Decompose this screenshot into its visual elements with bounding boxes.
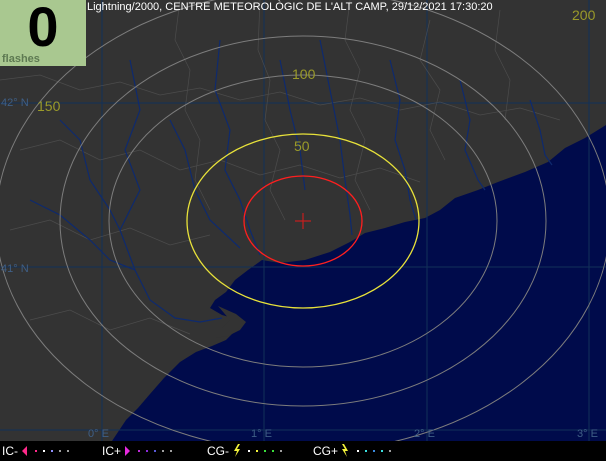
lightning-map-view: 0 flashes Lightning/2000, CENTRE METEORO… [0, 0, 606, 461]
range-label-100: 100 [292, 66, 316, 82]
legend-item-cg-minus: CG- [207, 441, 294, 461]
ic-minus-triangle-icon [22, 446, 69, 456]
flash-type-legend: IC- IC+ CG- CG+ [0, 441, 606, 461]
range-label-50: 50 [294, 138, 310, 154]
cg-plus-bolt-icon [342, 444, 392, 457]
legend-label-cg-plus: CG+ [313, 444, 339, 458]
flash-count-unit: flashes [2, 53, 40, 65]
legend-label-ic-minus: IC- [2, 444, 18, 458]
legend-item-cg-plus: CG+ [313, 441, 403, 461]
cg-minus-bolt-icon [234, 444, 282, 457]
lon-label-3: 3° E [577, 428, 598, 440]
legend-label-ic-plus: IC+ [102, 444, 122, 458]
legend-item-ic-minus: IC- [2, 441, 81, 461]
flash-count: 0 [27, 0, 59, 58]
range-label-150: 150 [37, 98, 61, 114]
lat-label-41: 41° N [1, 263, 29, 275]
lon-label-1: 1° E [251, 428, 272, 440]
lon-label-0: 0° E [88, 428, 109, 440]
legend-item-ic-plus: IC+ [102, 441, 184, 461]
range-label-200: 200 [572, 7, 596, 23]
lat-label-42: 42° N [1, 97, 29, 109]
flash-counter: 0 flashes [0, 0, 86, 66]
map-title: Lightning/2000, CENTRE METEOROLÒGIC DE L… [87, 1, 493, 13]
legend-label-cg-minus: CG- [207, 444, 229, 458]
lon-label-2: 2° E [414, 428, 435, 440]
ic-plus-triangle-icon [125, 446, 173, 456]
